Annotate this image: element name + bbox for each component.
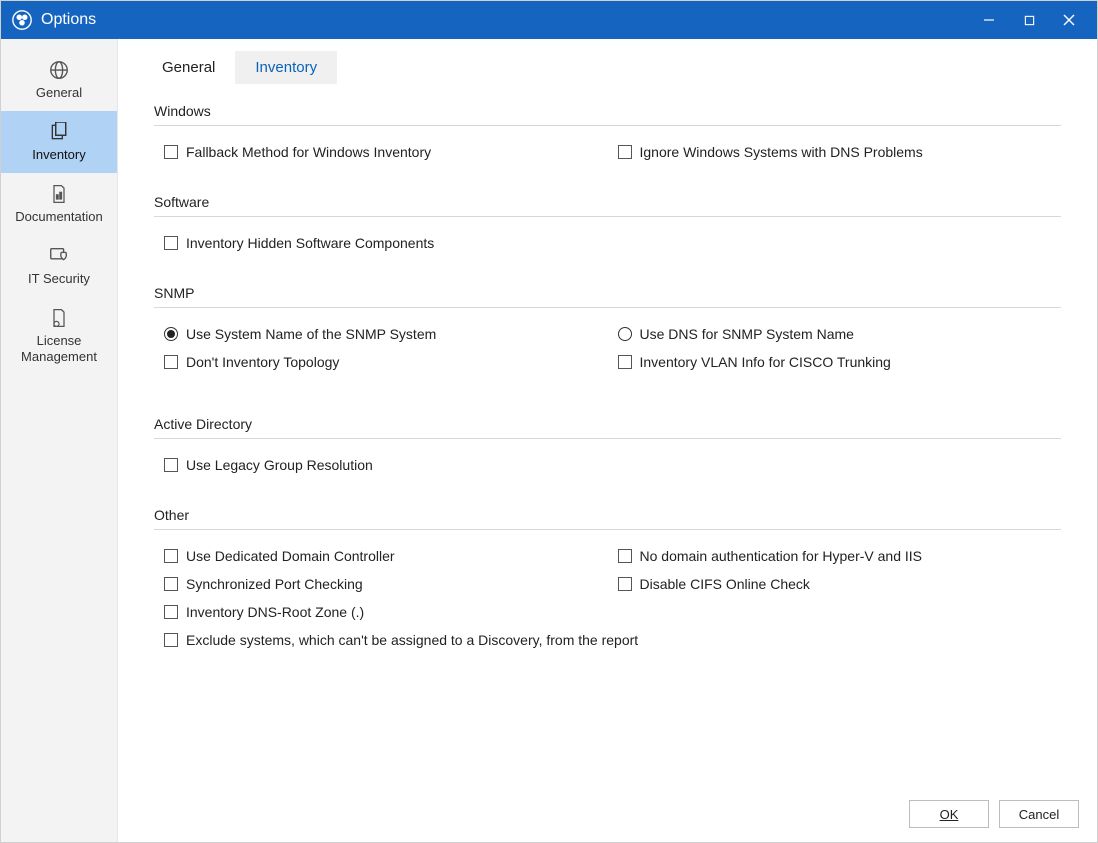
checkbox-icon	[164, 633, 178, 647]
section-title: Software	[154, 194, 1061, 217]
window-title: Options	[41, 11, 96, 29]
option-snmp-use-dns[interactable]: Use DNS for SNMP System Name	[608, 320, 1062, 348]
option-disable-cifs-online-check[interactable]: Disable CIFS Online Check	[608, 570, 1062, 598]
section-snmp: SNMP Use System Name of the SNMP System …	[154, 285, 1061, 376]
sidebar: General Inventory Documentation	[1, 39, 118, 842]
sidebar-item-license-management[interactable]: License Management	[1, 297, 117, 374]
option-label: Disable CIFS Online Check	[640, 576, 810, 592]
tab-inventory[interactable]: Inventory	[235, 51, 337, 84]
close-button[interactable]	[1049, 1, 1089, 39]
checkbox-icon	[164, 605, 178, 619]
section-title: Other	[154, 507, 1061, 530]
option-hidden-software[interactable]: Inventory Hidden Software Components	[154, 229, 608, 257]
checkbox-icon	[618, 355, 632, 369]
option-vlan-cisco-trunking[interactable]: Inventory VLAN Info for CISCO Trunking	[608, 348, 1062, 376]
option-label: Exclude systems, which can't be assigned…	[186, 632, 638, 648]
section-windows: Windows Fallback Method for Windows Inve…	[154, 103, 1061, 166]
sidebar-item-inventory[interactable]: Inventory	[1, 111, 117, 173]
checkbox-icon	[164, 577, 178, 591]
tab-general[interactable]: General	[142, 51, 235, 84]
checkbox-icon	[164, 458, 178, 472]
option-label: Fallback Method for Windows Inventory	[186, 144, 431, 160]
radio-icon	[164, 327, 178, 341]
shield-icon	[48, 245, 70, 267]
sidebar-item-label: Documentation	[15, 209, 102, 225]
option-dedicated-domain-controller[interactable]: Use Dedicated Domain Controller	[154, 542, 608, 570]
option-label: Don't Inventory Topology	[186, 354, 339, 370]
checkbox-icon	[164, 355, 178, 369]
license-icon	[48, 307, 70, 329]
checkbox-icon	[164, 549, 178, 563]
option-label: Inventory Hidden Software Components	[186, 235, 434, 251]
option-label: Use Dedicated Domain Controller	[186, 548, 395, 564]
checkbox-icon	[618, 577, 632, 591]
option-snmp-system-name[interactable]: Use System Name of the SNMP System	[154, 320, 608, 348]
section-active-directory: Active Directory Use Legacy Group Resolu…	[154, 416, 1061, 479]
globe-icon	[48, 59, 70, 81]
option-exclude-unassigned-systems[interactable]: Exclude systems, which can't be assigned…	[154, 626, 1061, 654]
option-legacy-group-resolution[interactable]: Use Legacy Group Resolution	[154, 451, 608, 479]
option-ignore-dns-problems[interactable]: Ignore Windows Systems with DNS Problems	[608, 138, 1062, 166]
dialog-footer: OK Cancel	[909, 800, 1079, 828]
cancel-button[interactable]: Cancel	[999, 800, 1079, 828]
option-label: Use Legacy Group Resolution	[186, 457, 373, 473]
option-label: Use DNS for SNMP System Name	[640, 326, 854, 342]
checkbox-icon	[618, 145, 632, 159]
main-panel: General Inventory Windows Fallback Metho…	[118, 39, 1097, 842]
sidebar-item-documentation[interactable]: Documentation	[1, 173, 117, 235]
section-software: Software Inventory Hidden Software Compo…	[154, 194, 1061, 257]
app-icon	[11, 9, 33, 31]
checkbox-icon	[618, 549, 632, 563]
option-label: No domain authentication for Hyper-V and…	[640, 548, 923, 564]
option-label: Use System Name of the SNMP System	[186, 326, 436, 342]
option-fallback-windows[interactable]: Fallback Method for Windows Inventory	[154, 138, 608, 166]
section-other: Other Use Dedicated Domain Controller No…	[154, 507, 1061, 654]
section-title: Active Directory	[154, 416, 1061, 439]
checkbox-icon	[164, 145, 178, 159]
option-label: Inventory VLAN Info for CISCO Trunking	[640, 354, 891, 370]
sidebar-item-it-security[interactable]: IT Security	[1, 235, 117, 297]
sidebar-item-label: IT Security	[28, 271, 90, 287]
option-synchronized-port-checking[interactable]: Synchronized Port Checking	[154, 570, 608, 598]
minimize-button[interactable]	[969, 1, 1009, 39]
section-title: Windows	[154, 103, 1061, 126]
document-icon	[48, 183, 70, 205]
option-label: Synchronized Port Checking	[186, 576, 363, 592]
sidebar-item-label: Inventory	[32, 147, 85, 163]
titlebar: Options	[1, 1, 1097, 39]
tab-bar: General Inventory	[118, 39, 1097, 85]
radio-icon	[618, 327, 632, 341]
ok-button[interactable]: OK	[909, 800, 989, 828]
content-area: Windows Fallback Method for Windows Inve…	[118, 85, 1097, 842]
option-dont-inventory-topology[interactable]: Don't Inventory Topology	[154, 348, 608, 376]
checkbox-icon	[164, 236, 178, 250]
option-no-domain-auth-hyperv-iis[interactable]: No domain authentication for Hyper-V and…	[608, 542, 1062, 570]
inventory-icon	[48, 121, 70, 143]
sidebar-item-general[interactable]: General	[1, 49, 117, 111]
maximize-button[interactable]	[1009, 1, 1049, 39]
sidebar-item-label: General	[36, 85, 82, 101]
option-label: Inventory DNS-Root Zone (.)	[186, 604, 364, 620]
sidebar-item-label: License Management	[5, 333, 113, 364]
option-label: Ignore Windows Systems with DNS Problems	[640, 144, 923, 160]
section-title: SNMP	[154, 285, 1061, 308]
option-inventory-dns-root-zone[interactable]: Inventory DNS-Root Zone (.)	[154, 598, 608, 626]
